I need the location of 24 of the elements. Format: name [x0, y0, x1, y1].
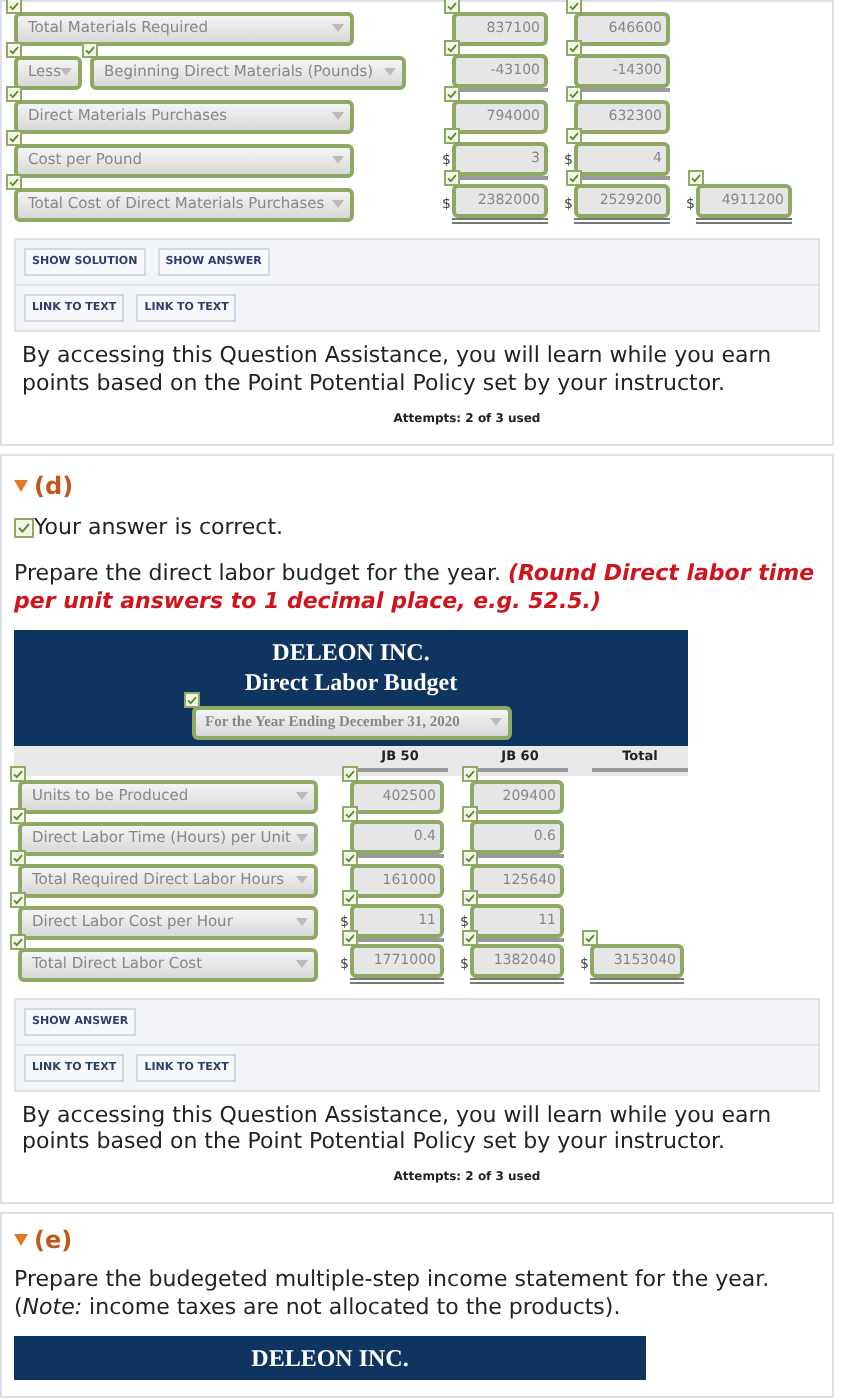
caret-icon	[296, 918, 308, 927]
caret-icon	[332, 112, 344, 120]
part-label: (d)	[34, 469, 74, 503]
prompt-text: Prepare the budegeted multiple-step income statement for the year. (Note: income taxes are not allocated to the products).	[14, 1266, 772, 1324]
budget-title: Direct Labor Budget	[242, 667, 460, 698]
company-name: DELEON INC.	[270, 637, 432, 668]
caret-icon	[60, 68, 73, 76]
caret-icon	[489, 718, 501, 727]
caret-icon	[332, 200, 344, 208]
caret-icon	[296, 876, 308, 885]
assistance-text: By accessing this Question Assistance, you will learn while you earn points based on the Point Potential Policy set by your instructor.	[22, 342, 774, 397]
prompt-text: Prepare the direct labor budget for the year. (Round Direct labor time per unit answers to 1 decimal place, e.g. 52.5.)	[14, 560, 817, 618]
assistance-text: By accessing this Question Assistance, you will learn while you earn points based on the Point Potential Policy set by your instructor.	[22, 1101, 774, 1157]
caret-icon	[296, 960, 308, 969]
caret-icon	[296, 834, 308, 843]
result-text: Your answer is correct.	[34, 511, 284, 543]
company-name: DELEON INC.	[249, 1343, 411, 1374]
caret-icon	[296, 792, 308, 801]
caret-icon	[332, 156, 344, 164]
triangle-icon[interactable]	[14, 1234, 28, 1247]
part-label: (e)	[34, 1224, 73, 1259]
caret-icon	[384, 68, 396, 76]
triangle-icon[interactable]	[14, 479, 28, 491]
caret-icon	[332, 24, 344, 32]
